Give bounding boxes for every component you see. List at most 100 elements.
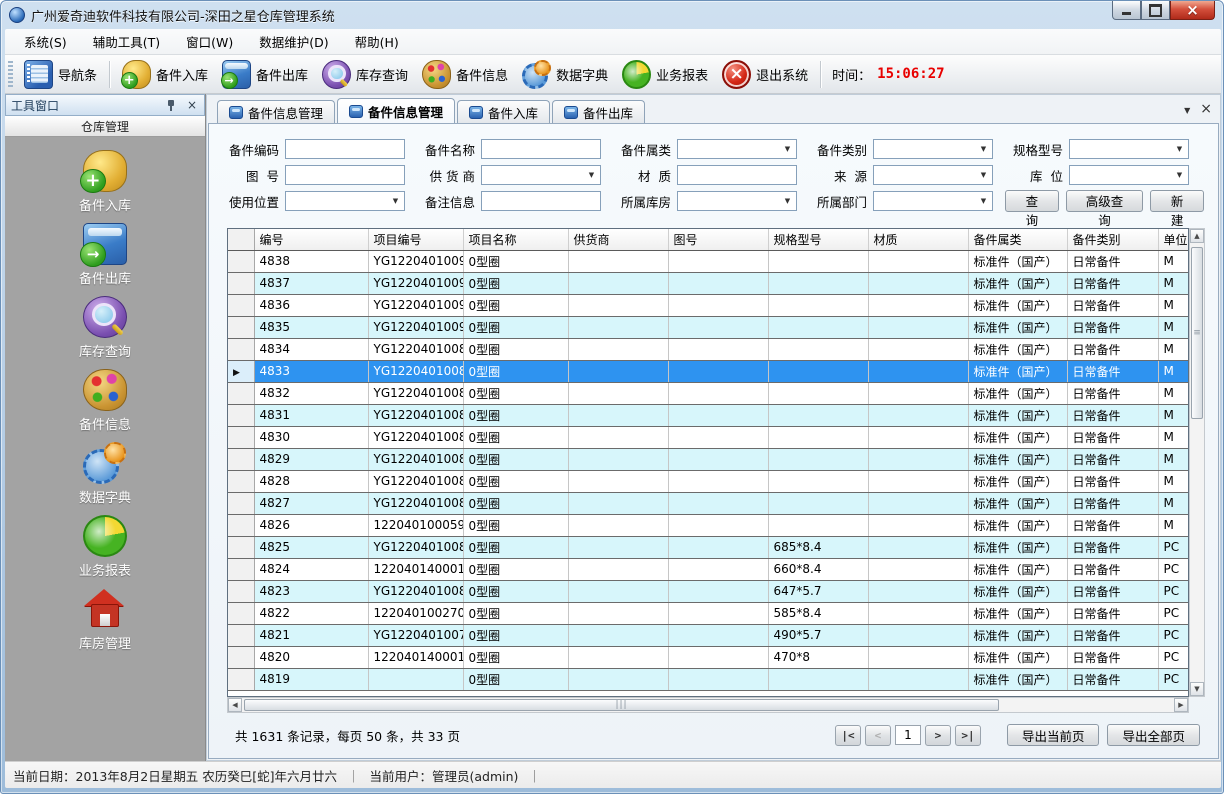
cell[interactable] [668,536,768,558]
cell[interactable] [768,294,868,316]
cell[interactable] [668,272,768,294]
cell[interactable] [568,272,668,294]
export-all-pages-button[interactable]: 导出全部页 [1107,724,1200,746]
cell[interactable]: 标准件（国产） [968,294,1067,316]
cell[interactable]: 4819 [254,668,368,690]
column-header[interactable]: 规格型号 [768,229,868,250]
cell[interactable]: 标准件（国产） [968,514,1067,536]
dropdown-field[interactable] [481,165,601,185]
cell[interactable] [868,426,968,448]
cell[interactable]: YG12204010085 [368,426,463,448]
menu-item-aux-tools[interactable]: 辅助工具(T) [80,28,173,55]
cell[interactable]: YG12204010079 [368,624,463,646]
cell[interactable]: 4823 [254,580,368,602]
cell[interactable] [768,492,868,514]
cell[interactable] [668,580,768,602]
cell[interactable]: 日常备件 [1067,470,1158,492]
cell[interactable] [668,646,768,668]
horizontal-scrollbar[interactable]: ||| [227,697,1189,713]
cell[interactable] [568,426,668,448]
dropdown-field[interactable] [285,191,405,211]
first-page-button[interactable]: |< [835,725,861,746]
cell[interactable]: 日常备件 [1067,558,1158,580]
cell[interactable]: 标准件（国产） [968,338,1067,360]
cell[interactable] [868,668,968,690]
cell[interactable]: 647*5.7 [768,580,868,602]
close-button[interactable] [1170,1,1215,20]
page-number-input[interactable] [895,725,921,745]
table-row[interactable]: 4829YG122040100840型圈标准件（国产）日常备件M [228,448,1189,470]
cell[interactable]: 标准件（国产） [968,558,1067,580]
cell[interactable] [568,294,668,316]
column-header[interactable]: 项目名称 [463,229,568,250]
cell[interactable]: 4825 [254,536,368,558]
cell[interactable] [568,668,668,690]
cell[interactable]: 0型圈 [463,602,568,624]
cell[interactable]: M [1158,514,1189,536]
last-page-button[interactable]: >| [955,725,981,746]
tab-0[interactable]: 备件信息管理 [217,100,335,123]
cell[interactable] [868,558,968,580]
cell[interactable] [868,492,968,514]
cell[interactable]: YG12204010089 [368,338,463,360]
cell[interactable]: 585*8.4 [768,602,868,624]
menu-item-data-maintenance[interactable]: 数据维护(D) [246,28,341,55]
cell[interactable]: YG12204010092 [368,272,463,294]
scroll-left-icon[interactable] [228,698,242,712]
cell[interactable]: 0型圈 [463,514,568,536]
table-row[interactable]: 4831YG122040100860型圈标准件（国产）日常备件M [228,404,1189,426]
cell[interactable]: 标准件（国产） [968,426,1067,448]
row-selector[interactable] [228,602,254,624]
cell[interactable]: 0型圈 [463,272,568,294]
cell[interactable] [668,514,768,536]
text-input[interactable] [481,139,601,159]
cell[interactable]: PC [1158,602,1189,624]
minimize-button[interactable] [1112,1,1141,20]
table-row[interactable]: 4833YG122040100880型圈标准件（国产）日常备件M [228,360,1189,382]
cell[interactable] [568,492,668,514]
dropdown-field[interactable] [677,139,797,159]
dropdown-field[interactable] [873,165,993,185]
text-input[interactable] [285,165,405,185]
toolbar-button-exit-system[interactable]: 退出系统 [715,57,815,91]
cell[interactable] [568,470,668,492]
sidebar-item-business-report[interactable]: 业务报表 [79,515,131,579]
cell[interactable] [668,360,768,382]
cell[interactable]: 4833 [254,360,368,382]
text-input[interactable] [677,165,797,185]
cell[interactable]: 4821 [254,624,368,646]
cell[interactable]: 日常备件 [1067,272,1158,294]
row-selector[interactable] [228,272,254,294]
cell[interactable]: 日常备件 [1067,492,1158,514]
cell[interactable] [568,602,668,624]
query-button[interactable]: 查询 [1005,190,1059,212]
cell[interactable] [568,360,668,382]
menu-item-window[interactable]: 窗口(W) [173,28,246,55]
cell[interactable] [768,316,868,338]
cell[interactable] [668,602,768,624]
cell[interactable]: M [1158,272,1189,294]
table-row[interactable]: 4834YG122040100890型圈标准件（国产）日常备件M [228,338,1189,360]
cell[interactable]: 0型圈 [463,360,568,382]
cell[interactable]: 4827 [254,492,368,514]
cell[interactable] [668,492,768,514]
cell[interactable]: 日常备件 [1067,338,1158,360]
row-selector[interactable] [228,536,254,558]
cell[interactable]: PC [1158,646,1189,668]
cell[interactable]: 4822 [254,602,368,624]
cell[interactable]: 0型圈 [463,646,568,668]
cell[interactable] [868,602,968,624]
cell[interactable]: 4838 [254,250,368,272]
toolbar-button-business-report[interactable]: 业务报表 [615,57,715,91]
cell[interactable] [668,382,768,404]
cell[interactable]: 0型圈 [463,294,568,316]
cell[interactable] [768,360,868,382]
cell[interactable]: 标准件（国产） [968,602,1067,624]
cell[interactable]: 日常备件 [1067,316,1158,338]
column-header[interactable]: 编号 [254,229,368,250]
cell[interactable]: 490*5.7 [768,624,868,646]
sidebar-item-parts-info[interactable]: 备件信息 [79,369,131,433]
cell[interactable]: 标准件（国产） [968,624,1067,646]
cell[interactable]: PC [1158,536,1189,558]
cell[interactable] [868,272,968,294]
